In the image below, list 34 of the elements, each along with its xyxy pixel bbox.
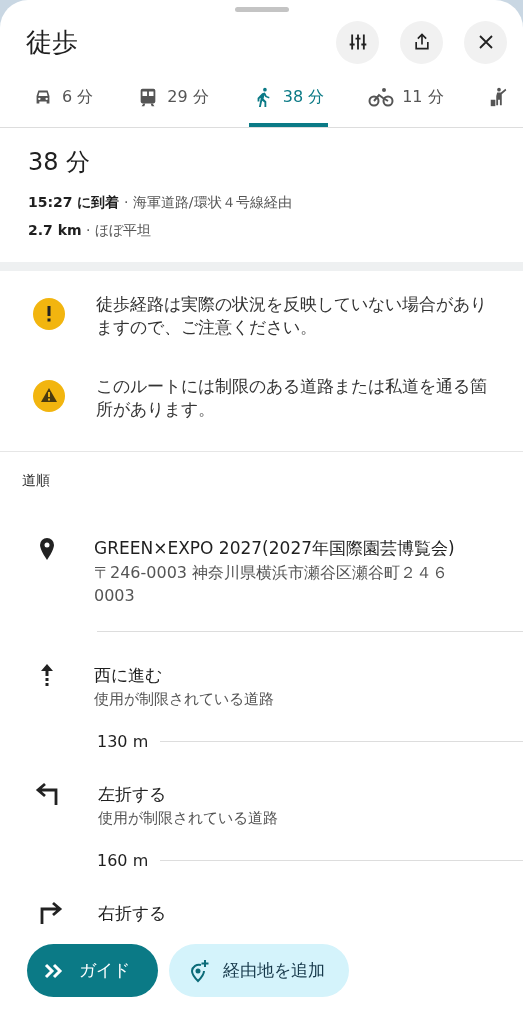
step-distance: 130 m — [97, 732, 149, 751]
guide-button[interactable]: ガイド — [27, 944, 158, 997]
warning-icon — [32, 379, 66, 413]
destination-name: GREEN×EXPO 2027(2027年国際園芸博覧会) — [94, 537, 456, 560]
destination-address: 〒246-0003 神奈川県横浜市瀬谷区瀬谷町２４６0003 — [94, 562, 450, 607]
travel-mode-tab[interactable]: 29 分 — [133, 87, 213, 127]
step-instruction: 西に進む — [94, 664, 163, 687]
route-distance: 2.7 km — [28, 222, 82, 238]
step-distance: 160 m — [97, 851, 149, 870]
section-heading: 道順 — [21, 471, 51, 490]
sheet-title: 徒歩 — [26, 25, 78, 59]
step-instruction: 右折する — [98, 902, 167, 925]
step-note: 使用が制限されている道路 — [98, 808, 279, 829]
travel-mode-tab[interactable]: 11 分 — [364, 87, 448, 127]
close-icon — [476, 33, 495, 51]
add-stop-button[interactable]: 経由地を追加 — [169, 944, 349, 997]
travel-mode-tab[interactable]: 38 分 — [248, 87, 329, 127]
notice-text: このルートには制限のある道路または私道を通る箇所があります。 — [96, 375, 488, 421]
notice-text: 徒歩経路は実際の状況を反映していない場合がありますので、ご注意ください。 — [96, 293, 488, 339]
cyclist-icon — [368, 87, 395, 108]
step-note: 使用が制限されている道路 — [94, 689, 275, 710]
duration: 38 分 — [28, 147, 92, 178]
travel-mode-tab[interactable]: 6 分 — [28, 87, 98, 127]
alert-icon — [32, 297, 66, 331]
route-via: · 海軍道路/環状４号線経由 — [123, 194, 292, 210]
share-button[interactable] — [400, 20, 443, 64]
arrival-time: 15:27 に到着 — [28, 194, 120, 210]
step-instruction: 左折する — [98, 783, 167, 806]
terrain: · ほぼ平坦 — [86, 222, 151, 238]
options-button[interactable] — [336, 20, 379, 64]
drag-handle[interactable] — [234, 7, 289, 12]
sliders-icon — [347, 32, 368, 52]
close-button[interactable] — [464, 20, 507, 64]
double-chevron-icon — [43, 961, 65, 980]
